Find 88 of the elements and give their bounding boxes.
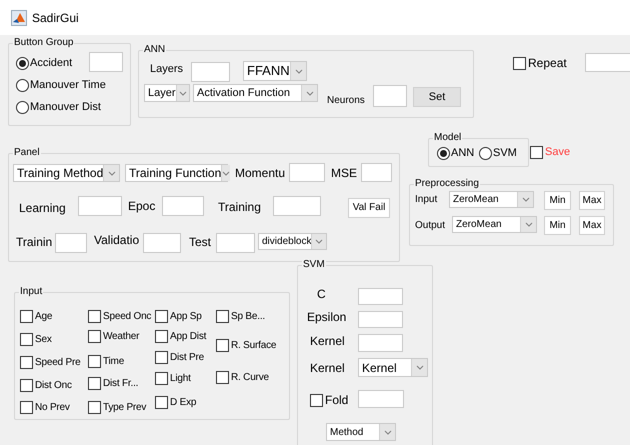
window-title: SadirGui bbox=[32, 10, 79, 26]
input-field[interactable] bbox=[358, 390, 404, 408]
radio-button[interactable]: Manouver Time bbox=[16, 77, 106, 94]
field-label: MSE bbox=[331, 166, 358, 180]
field-label: Momentu bbox=[235, 166, 286, 180]
field-label: Epsilon bbox=[307, 310, 346, 324]
push-button[interactable]: Min bbox=[544, 216, 571, 235]
checkbox[interactable]: Type Prev bbox=[88, 400, 146, 415]
field-label: Validatio bbox=[94, 233, 140, 247]
chevron-icon bbox=[108, 170, 116, 176]
checkbox[interactable]: Age bbox=[20, 309, 52, 324]
app-icon bbox=[11, 10, 27, 26]
dropdown[interactable]: ZeroMean bbox=[449, 191, 534, 208]
input-field[interactable] bbox=[358, 288, 403, 305]
input-field[interactable] bbox=[89, 52, 123, 72]
field-label: C bbox=[317, 287, 326, 301]
checkbox[interactable]: App Sp bbox=[155, 309, 202, 324]
dropdown[interactable]: divideblock bbox=[258, 233, 327, 250]
input-field[interactable] bbox=[78, 196, 122, 216]
input-field[interactable] bbox=[143, 233, 181, 253]
checkbox[interactable]: Weather bbox=[88, 329, 140, 344]
checkbox[interactable]: Sp Be... bbox=[216, 309, 265, 324]
dropdown[interactable]: ZeroMean bbox=[452, 216, 537, 233]
dropdown[interactable]: Method bbox=[326, 423, 396, 441]
checkbox[interactable]: Repeat bbox=[513, 54, 567, 72]
checkbox[interactable]: Dist Pre bbox=[155, 350, 204, 365]
field-label: Layers bbox=[150, 62, 184, 76]
input-field[interactable] bbox=[55, 233, 87, 253]
checkbox[interactable]: Speed Onc bbox=[88, 309, 152, 324]
checkbox[interactable]: Dist Fr... bbox=[88, 376, 138, 391]
dropdown[interactable]: Training Function bbox=[125, 164, 228, 182]
input-field[interactable] bbox=[373, 85, 407, 107]
radio-button[interactable]: ANN bbox=[437, 145, 474, 162]
radio-button[interactable]: Manouver Dist bbox=[16, 99, 101, 116]
input-field[interactable] bbox=[289, 163, 325, 182]
field-label: Test bbox=[189, 235, 212, 249]
chevron-icon bbox=[522, 197, 530, 202]
checkbox[interactable]: Time bbox=[88, 354, 124, 369]
push-button[interactable]: Max bbox=[579, 216, 605, 235]
chevron-icon bbox=[416, 365, 424, 370]
checkbox[interactable]: Fold bbox=[310, 391, 348, 409]
group-title: Button Group bbox=[13, 36, 74, 50]
field-label: Learning bbox=[19, 201, 66, 215]
chevron-icon bbox=[306, 90, 314, 96]
input-field[interactable] bbox=[216, 233, 255, 253]
chevron-icon bbox=[315, 239, 324, 244]
field-label: Training bbox=[218, 200, 261, 214]
dropdown[interactable]: FFANN bbox=[243, 61, 307, 81]
checkbox[interactable]: Dist Onc bbox=[20, 378, 72, 393]
chevron-icon bbox=[222, 170, 230, 176]
input-field[interactable] bbox=[191, 62, 230, 82]
input-field[interactable] bbox=[358, 334, 403, 352]
dropdown[interactable]: Activation Function bbox=[193, 84, 318, 102]
input-field[interactable] bbox=[162, 196, 204, 216]
group-title: Preprocessing bbox=[414, 177, 480, 191]
field-label: Epoc bbox=[128, 199, 156, 213]
push-button[interactable]: Set bbox=[413, 87, 461, 107]
field-label: Kernel bbox=[310, 361, 345, 375]
checkbox[interactable]: Light bbox=[155, 371, 191, 386]
checkbox[interactable]: Speed Pre bbox=[20, 355, 80, 370]
input-field[interactable] bbox=[585, 53, 630, 72]
checkbox[interactable]: R. Surface bbox=[216, 338, 276, 353]
input-field[interactable] bbox=[361, 163, 392, 182]
field-label: Kernel bbox=[310, 334, 345, 348]
chevron-icon bbox=[524, 222, 532, 227]
push-button[interactable]: Max bbox=[579, 191, 605, 210]
field-label: Neurons bbox=[327, 94, 365, 108]
checkbox[interactable]: D Exp bbox=[155, 395, 196, 410]
checkbox[interactable]: Sex bbox=[20, 332, 52, 347]
push-button[interactable]: Val Fail bbox=[348, 198, 390, 218]
push-button[interactable]: Min bbox=[544, 191, 571, 210]
field-label: Trainin bbox=[16, 235, 52, 249]
checkbox[interactable]: R. Curve bbox=[216, 370, 269, 385]
radio-button[interactable]: SVM bbox=[479, 145, 517, 162]
chevron-icon bbox=[178, 90, 187, 96]
checkbox[interactable]: App Dist bbox=[155, 329, 206, 344]
radio-button[interactable]: Accident bbox=[16, 55, 72, 72]
dropdown[interactable]: Layer bbox=[144, 84, 190, 102]
field-label: Output bbox=[415, 219, 446, 233]
field-label: Input bbox=[415, 193, 438, 207]
dropdown[interactable]: Training Method bbox=[13, 164, 120, 182]
input-field[interactable] bbox=[273, 196, 321, 216]
group-title: Input bbox=[19, 285, 44, 299]
chevron-icon bbox=[384, 430, 392, 434]
input-field[interactable] bbox=[358, 311, 403, 328]
dropdown[interactable]: Kernel bbox=[358, 358, 428, 377]
chevron-icon bbox=[294, 68, 302, 74]
checkbox[interactable]: No Prev bbox=[20, 400, 70, 415]
